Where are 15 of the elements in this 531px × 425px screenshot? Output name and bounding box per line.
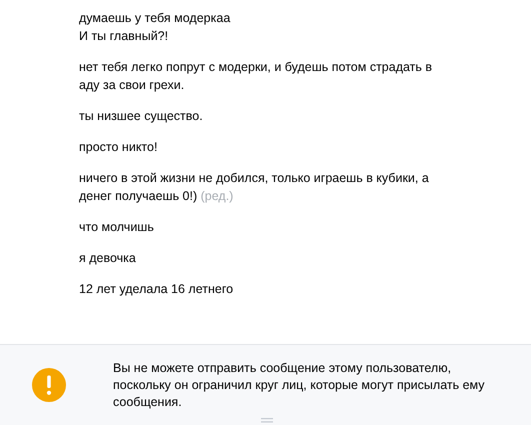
message-text: 12 лет уделала 16 летнего xyxy=(79,281,234,298)
warning-icon xyxy=(32,368,66,402)
message-text: И ты главный?! xyxy=(79,28,170,45)
message-text: думаешь у тебя модеркаа xyxy=(79,10,232,27)
message-text: ничего в этой жизни не добился, только играешь в кубики, а xyxy=(79,170,430,187)
message-text: аду за свои грехи. xyxy=(79,77,186,94)
message-text: просто никто! xyxy=(79,139,158,156)
message-text: ты низшее существо. xyxy=(79,108,204,125)
edited-label: (ред.) xyxy=(200,189,234,203)
notice-text: Вы не можете отправить сообщение этому пользователю, поскольку он ограничил круг лиц, которые могут присылать ему сообщения. xyxy=(113,360,486,410)
message-text: я девочка xyxy=(79,250,137,267)
message-text: что молчишь xyxy=(79,219,155,236)
message-text: нет тебя легко попрут с модерки, и будешь потом страдать в xyxy=(79,59,434,76)
message-text: денег получаешь 0!) xyxy=(79,189,198,203)
resize-handle-icon[interactable] xyxy=(261,418,273,423)
